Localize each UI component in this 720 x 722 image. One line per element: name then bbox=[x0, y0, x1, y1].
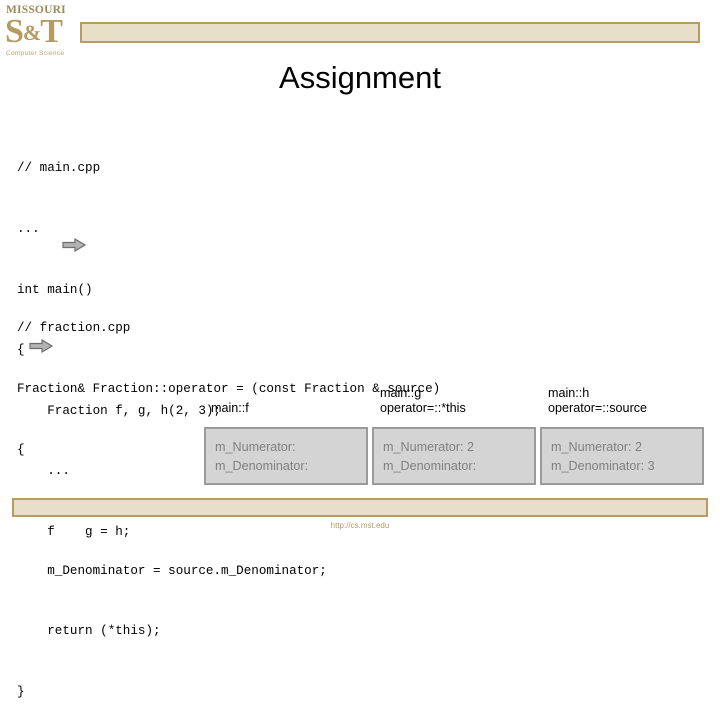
missouri-st-logo: MISSOURI S&T Computer Science bbox=[4, 4, 76, 66]
field-numerator: m_Numerator: 2 bbox=[383, 440, 474, 454]
code-line: return (*this); bbox=[17, 624, 161, 639]
header-accent-bar bbox=[80, 22, 700, 43]
logo-st-text: S&T bbox=[5, 13, 63, 50]
right-arrow-icon bbox=[62, 238, 86, 252]
code-line: } bbox=[17, 684, 25, 699]
field-denominator: m_Denominator: bbox=[383, 459, 477, 473]
code-line: Fraction& Fraction::operator = (const Fr… bbox=[17, 382, 441, 396]
field-denominator: m_Denominator: 3 bbox=[551, 459, 655, 473]
code-line: // fraction.cpp bbox=[17, 321, 131, 336]
field-denominator: m_Denominator: bbox=[215, 459, 309, 473]
object-label-f: main::f bbox=[211, 401, 249, 415]
code-line: m_Denominator = source.m_Denominator; bbox=[17, 563, 327, 578]
page-title: Assignment bbox=[279, 60, 441, 95]
right-arrow-icon bbox=[29, 339, 53, 353]
object-box-h: m_Numerator: 2 m_Denominator: 3 bbox=[540, 427, 704, 485]
field-numerator: m_Numerator: bbox=[215, 440, 296, 454]
object-box-g: m_Numerator: 2 m_Denominator: bbox=[372, 427, 536, 485]
footer-url: http://cs.mst.edu bbox=[330, 521, 390, 530]
field-numerator: m_Numerator: 2 bbox=[551, 440, 642, 454]
object-label-g: main::g operator=::*this bbox=[380, 386, 466, 415]
logo-department-text: Computer Science bbox=[6, 50, 65, 57]
code-line: ... bbox=[17, 222, 40, 236]
object-box-f: m_Numerator: m_Denominator: bbox=[204, 427, 368, 485]
footer-accent-bar bbox=[12, 498, 708, 517]
code-line: // main.cpp bbox=[17, 161, 101, 176]
object-label-h: main::h operator=::source bbox=[548, 386, 648, 415]
